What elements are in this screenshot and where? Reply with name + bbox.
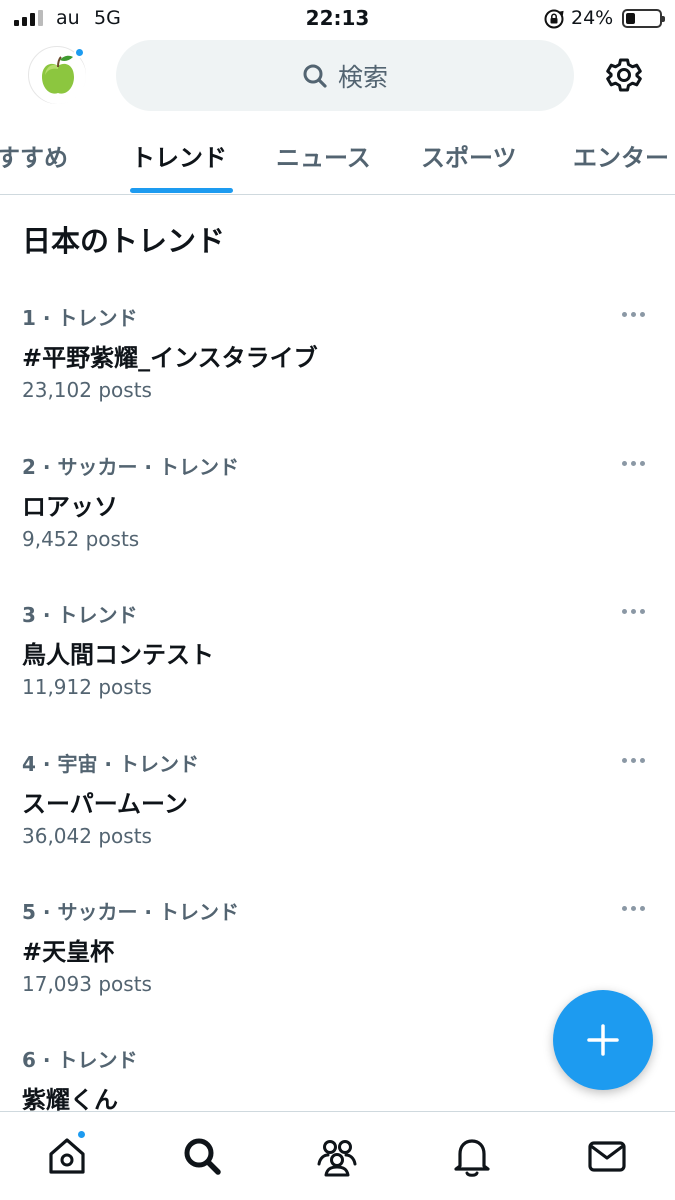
search-icon [303, 64, 327, 88]
more-options-icon[interactable] [622, 603, 652, 619]
compose-post-button[interactable] [553, 990, 653, 1090]
trend-post-count: 11,912 posts [22, 675, 152, 699]
home-icon[interactable] [45, 1134, 89, 1178]
trend-item[interactable]: 1 · トレンド #平野紫耀_インスタライブ 23,102 posts [0, 302, 675, 450]
avatar-notification-dot [74, 47, 85, 58]
battery-level-fill [626, 13, 635, 24]
trend-meta: 4 · 宇宙 · トレンド [22, 752, 199, 776]
trend-name: 紫耀くん [22, 1086, 118, 1111]
home-notification-dot [76, 1129, 87, 1140]
trend-item[interactable]: 3 · トレンド 鳥人間コンテスト 11,912 posts [0, 599, 675, 747]
trend-name: 鳥人間コンテスト [22, 641, 214, 669]
trend-item[interactable]: 4 · 宇宙 · トレンド スーパームーン 36,042 posts [0, 748, 675, 896]
explore-tabs: すすめ トレンド ニュース スポーツ エンター [0, 118, 675, 195]
gear-icon[interactable] [604, 55, 644, 95]
trend-name: スーパームーン [22, 790, 188, 818]
trend-meta: 2 · サッカー · トレンド [22, 455, 239, 479]
search-icon[interactable] [180, 1134, 224, 1178]
search-bar[interactable]: 検索 [116, 40, 574, 111]
search-placeholder: 検索 [337, 62, 388, 92]
trend-meta: 5 · サッカー · トレンド [22, 900, 239, 924]
notifications-icon[interactable] [450, 1134, 494, 1178]
battery-percent: 24% [571, 7, 614, 29]
trend-post-count: 23,102 posts [22, 378, 152, 402]
trend-name: #平野紫耀_インスタライブ [22, 344, 318, 372]
trend-name: ロアッソ [22, 493, 118, 521]
section-title: 日本のトレンド [22, 224, 226, 258]
tab-sports[interactable]: スポーツ [421, 138, 517, 173]
trend-meta: 1 · トレンド [22, 306, 138, 330]
active-tab-indicator [130, 188, 233, 193]
communities-icon[interactable] [315, 1134, 359, 1178]
tab-news[interactable]: ニュース [276, 138, 371, 173]
battery-icon [622, 9, 665, 28]
messages-icon[interactable] [585, 1134, 629, 1178]
tab-entertainment[interactable]: エンター [573, 138, 669, 173]
tab-for-you[interactable]: すすめ [0, 138, 68, 173]
trend-post-count: 17,093 posts [22, 972, 152, 996]
rotation-lock-icon [544, 9, 564, 29]
more-options-icon[interactable] [622, 900, 652, 916]
trend-post-count: 9,452 posts [22, 527, 140, 551]
trend-item[interactable]: 2 · サッカー · トレンド ロアッソ 9,452 posts [0, 451, 675, 599]
trend-name: #天皇杯 [22, 938, 115, 966]
tab-trending[interactable]: トレンド [131, 138, 227, 173]
plus-icon [587, 1024, 619, 1056]
more-options-icon[interactable] [622, 752, 652, 768]
trend-meta: 3 · トレンド [22, 603, 138, 627]
more-options-icon[interactable] [622, 306, 652, 322]
trend-meta: 6 · トレンド [22, 1048, 138, 1072]
more-options-icon[interactable] [622, 455, 652, 471]
bottom-navigation [0, 1111, 675, 1200]
trend-post-count: 36,042 posts [22, 824, 152, 848]
status-bar: au 5G 22:13 24% [0, 0, 675, 38]
